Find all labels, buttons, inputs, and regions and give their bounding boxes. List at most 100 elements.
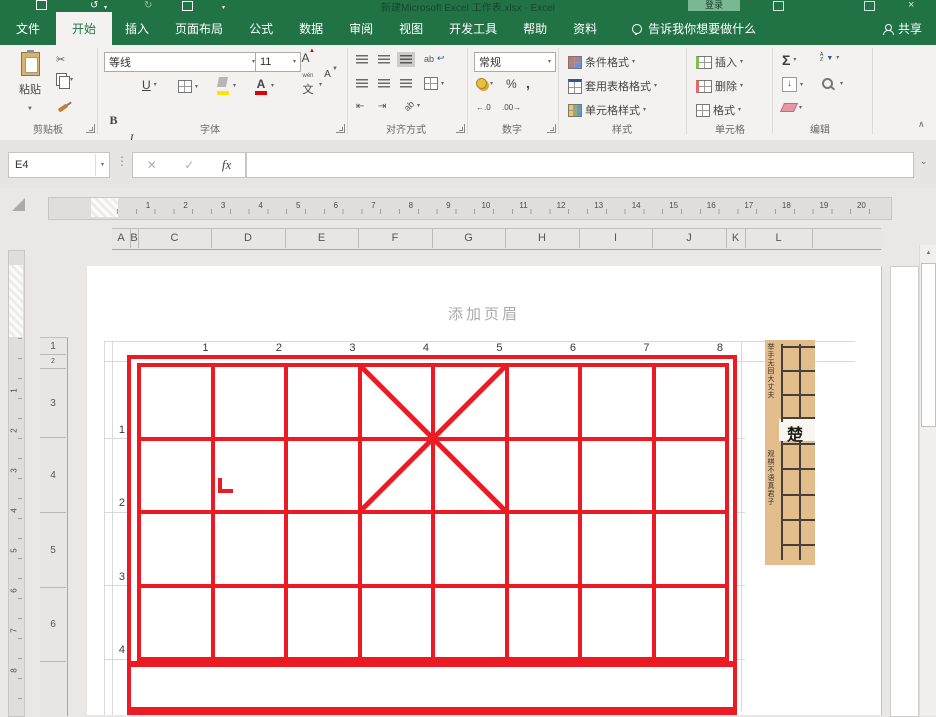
wrap-text-button[interactable]: ab↩ bbox=[424, 53, 445, 64]
font-name-combo[interactable]: 等线▾ bbox=[104, 52, 260, 72]
decrease-decimal-icon[interactable]: .00→ bbox=[502, 103, 521, 112]
paste-dropdown-icon[interactable]: ▼ bbox=[27, 106, 33, 112]
column-header[interactable]: E bbox=[285, 229, 359, 248]
insert-cells-button[interactable]: 插入▾ bbox=[696, 54, 743, 70]
collapse-ribbon-icon[interactable]: ∧ bbox=[918, 119, 925, 130]
restore-window-icon[interactable] bbox=[864, 1, 875, 11]
sort-filter-button[interactable]: AZ ▼▾ bbox=[820, 53, 839, 63]
alignment-dialog-launcher[interactable] bbox=[456, 124, 465, 133]
page-corner-triangle[interactable] bbox=[12, 198, 25, 211]
bold-button[interactable]: B bbox=[106, 113, 121, 131]
grow-font-button[interactable]: A▲ bbox=[298, 51, 313, 69]
share-label: 共享 bbox=[898, 20, 922, 37]
ribbon-tab[interactable]: 插入 bbox=[112, 12, 162, 45]
ribbon-tab[interactable]: 资料 bbox=[560, 12, 610, 45]
cell-styles-button[interactable]: 单元格样式▾ bbox=[568, 102, 646, 118]
row-header[interactable]: 6 bbox=[40, 588, 66, 662]
row-header[interactable]: 5 bbox=[40, 513, 66, 588]
scrollbar-thumb[interactable] bbox=[921, 263, 936, 427]
formula-input[interactable] bbox=[246, 152, 914, 178]
decrease-indent-icon[interactable]: ⇤ bbox=[356, 101, 364, 112]
format-painter-button[interactable] bbox=[58, 97, 68, 115]
borders-button[interactable]: ▾ bbox=[178, 80, 198, 93]
fill-button[interactable]: ↓▾ bbox=[782, 77, 803, 92]
font-color-button[interactable]: A ▾ bbox=[254, 77, 274, 95]
fill-color-button[interactable]: ▾ bbox=[216, 77, 236, 95]
row-header[interactable]: 3 bbox=[40, 369, 66, 438]
increase-indent-icon[interactable]: ⇥ bbox=[378, 101, 386, 112]
number-format-combo[interactable]: 常规▾ bbox=[474, 52, 556, 72]
ribbon-tab[interactable]: 审阅 bbox=[336, 12, 386, 45]
cut-icon[interactable]: ✂ bbox=[56, 53, 65, 66]
orientation-button[interactable]: ab▾ bbox=[404, 101, 420, 111]
format-cells-button[interactable]: 格式▾ bbox=[696, 102, 741, 118]
phonetic-button[interactable]: wén 文 ▾ bbox=[300, 75, 322, 95]
ribbon-tab[interactable]: 页面布局 bbox=[162, 12, 236, 45]
align-right-icon[interactable] bbox=[400, 79, 412, 88]
enter-icon[interactable]: ✓ bbox=[184, 158, 194, 172]
tab-file[interactable]: 文件 bbox=[0, 12, 56, 45]
font-size-combo[interactable]: 11▾ bbox=[255, 52, 301, 72]
find-select-button[interactable]: ▾ bbox=[822, 78, 843, 89]
clear-button[interactable]: ▾ bbox=[782, 103, 802, 112]
row-header[interactable]: 1 bbox=[40, 338, 66, 355]
ribbon-display-options-icon[interactable] bbox=[773, 1, 784, 11]
align-middle-icon[interactable] bbox=[378, 55, 390, 64]
comma-style-button[interactable]: , bbox=[526, 75, 530, 91]
window-title: 新建Microsoft Excel 工作表.xlsx - Excel bbox=[0, 0, 936, 12]
name-box-splitter[interactable]: ⋮ bbox=[116, 154, 128, 168]
insert-function-icon[interactable]: fx bbox=[222, 157, 231, 173]
column-header[interactable]: F bbox=[359, 229, 433, 248]
column-header[interactable]: D bbox=[212, 229, 286, 248]
close-window-icon[interactable]: × bbox=[908, 0, 914, 11]
clipboard-dialog-launcher[interactable] bbox=[86, 124, 95, 133]
board-river-bottom-line bbox=[127, 707, 737, 715]
login-button[interactable]: 登录 bbox=[688, 0, 740, 11]
tell-me-box[interactable]: 告诉我你想要做什么 bbox=[632, 12, 756, 45]
column-header[interactable]: K bbox=[726, 229, 746, 248]
underline-button[interactable]: U▾ bbox=[142, 78, 157, 92]
merge-center-button[interactable]: ▾ bbox=[424, 77, 444, 90]
font-dialog-launcher[interactable] bbox=[336, 124, 345, 133]
xiangqi-reference-image[interactable]: 举手无回大丈夫 观棋不语真君子 楚 bbox=[765, 340, 815, 565]
shrink-font-button[interactable]: A▼ bbox=[320, 69, 335, 87]
scroll-up-icon[interactable]: ▲ bbox=[920, 245, 936, 261]
cancel-icon[interactable]: ✕ bbox=[147, 158, 157, 172]
ribbon-tab[interactable]: 帮助 bbox=[510, 12, 560, 45]
copy-button[interactable]: ▾ bbox=[56, 73, 73, 86]
row-header[interactable]: 2 bbox=[40, 355, 66, 369]
tab-home-active[interactable]: 开始 bbox=[56, 12, 112, 45]
align-bottom-icon[interactable] bbox=[400, 55, 412, 64]
column-header[interactable]: A bbox=[112, 229, 131, 248]
group-separator bbox=[97, 48, 98, 134]
row-header[interactable]: 4 bbox=[40, 438, 66, 513]
expand-formula-bar-icon[interactable]: ⌄ bbox=[920, 156, 928, 167]
align-left-icon[interactable] bbox=[356, 79, 368, 88]
ribbon-tab[interactable]: 视图 bbox=[386, 12, 436, 45]
accounting-format-button[interactable]: ▾ bbox=[476, 78, 493, 89]
increase-decimal-icon[interactable]: ←.0 bbox=[476, 103, 491, 112]
format-as-table-icon bbox=[568, 79, 582, 94]
autosum-button[interactable]: Σ▾ bbox=[782, 53, 796, 67]
add-header-placeholder[interactable]: 添加页眉 bbox=[87, 303, 881, 324]
share-button[interactable]: 共享 bbox=[883, 12, 922, 45]
align-center-icon[interactable] bbox=[378, 79, 390, 88]
column-header[interactable]: H bbox=[506, 229, 580, 248]
format-as-table-button[interactable]: 套用表格格式▾ bbox=[568, 78, 657, 94]
column-header[interactable]: G bbox=[432, 229, 506, 248]
column-header[interactable]: J bbox=[653, 229, 727, 248]
column-header[interactable]: C bbox=[138, 229, 212, 248]
number-dialog-launcher[interactable] bbox=[547, 124, 556, 133]
conditional-formatting-button[interactable]: 条件格式▾ bbox=[568, 54, 635, 70]
percent-style-button[interactable]: % bbox=[506, 77, 517, 91]
column-header[interactable]: I bbox=[579, 229, 653, 248]
ribbon-tab[interactable]: 数据 bbox=[286, 12, 336, 45]
name-box-dropdown-icon[interactable]: ▾ bbox=[95, 154, 109, 176]
ribbon-tab[interactable]: 开发工具 bbox=[436, 12, 510, 45]
align-top-icon[interactable] bbox=[356, 55, 368, 64]
ribbon-tab[interactable]: 公式 bbox=[236, 12, 286, 45]
paste-button[interactable]: 粘贴 ▼ bbox=[12, 52, 48, 115]
column-header[interactable]: L bbox=[745, 229, 813, 248]
name-box[interactable]: E4 ▾ bbox=[8, 152, 110, 178]
delete-cells-button[interactable]: 删除▾ bbox=[696, 78, 743, 94]
